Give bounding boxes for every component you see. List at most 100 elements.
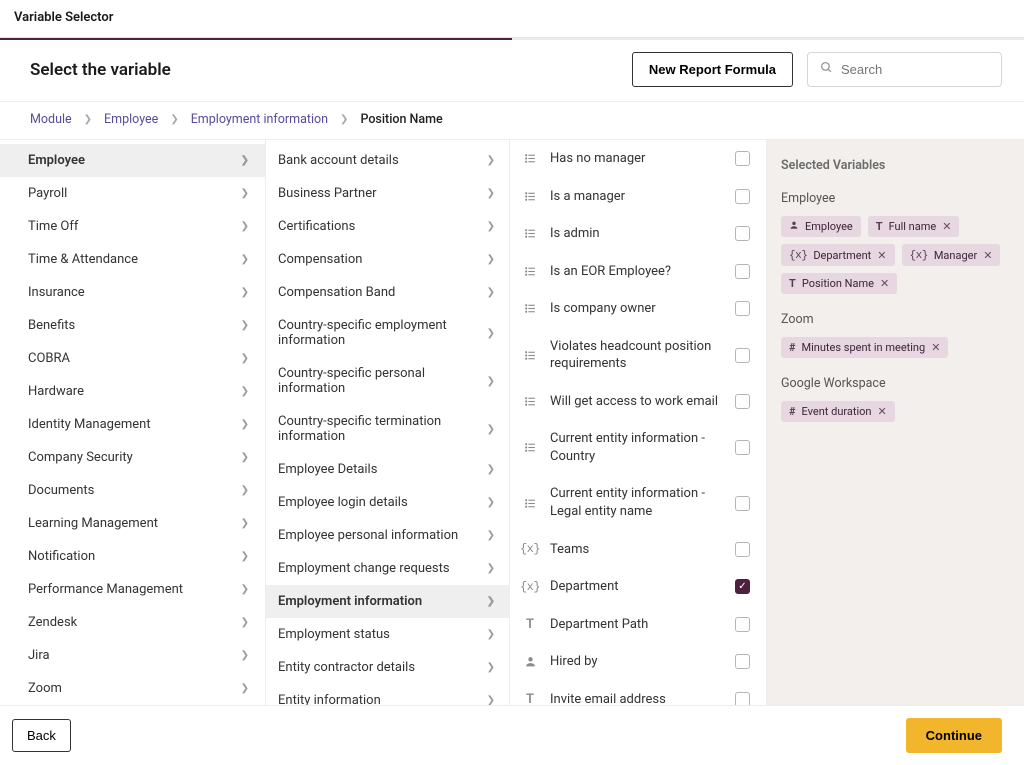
continue-button[interactable]: Continue [906,718,1002,753]
variable-item[interactable]: {x}Department✓ [510,568,766,606]
module-item[interactable]: Hardware❯ [0,375,265,408]
list-type-icon [522,497,538,510]
variable-item[interactable]: Will get access to work email [510,383,766,421]
variable-checkbox[interactable] [735,542,750,557]
category-item[interactable]: Compensation❯ [266,243,509,276]
variable-item[interactable]: Hired by [510,643,766,681]
selected-chip[interactable]: #Event duration✕ [781,401,895,422]
module-item[interactable]: Zendesk❯ [0,606,265,639]
variable-checkbox[interactable] [735,226,750,241]
category-item[interactable]: Country-specific personal information❯ [266,357,509,405]
chevron-right-icon: ❯ [487,662,495,673]
search-input[interactable] [841,62,1017,77]
category-item[interactable]: Employment status❯ [266,618,509,651]
variable-checkbox[interactable] [735,151,750,166]
variable-item[interactable]: Violates headcount position requirements [510,328,766,383]
category-item-label: Business Partner [278,186,377,201]
selected-chip[interactable]: {x}Manager✕ [902,244,1001,266]
module-item[interactable]: Performance Management❯ [0,573,265,606]
variable-item[interactable]: T Department Path [510,606,766,644]
category-item[interactable]: Employment information❯ [266,585,509,618]
variable-checkbox[interactable] [735,496,750,511]
breadcrumb-item[interactable]: Employment information [191,112,328,127]
search-wrapper[interactable] [807,52,1002,87]
variable-checkbox[interactable] [735,394,750,409]
selected-chip[interactable]: Employee [781,216,861,237]
category-item[interactable]: Compensation Band❯ [266,276,509,309]
variable-checkbox[interactable] [735,617,750,632]
variable-item[interactable]: Current entity information - Legal entit… [510,475,766,530]
selected-group-title: Employee [781,191,1010,206]
category-item[interactable]: Bank account details❯ [266,144,509,177]
variable-checkbox[interactable] [735,264,750,279]
variable-item-label: Hired by [550,653,723,671]
module-item[interactable]: Insurance❯ [0,276,265,309]
back-button[interactable]: Back [12,719,71,752]
module-item-label: Identity Management [28,417,151,432]
module-item[interactable]: Employee❯ [0,144,265,177]
category-item[interactable]: Entity contractor details❯ [266,651,509,684]
variable-item-label: Has no manager [550,150,723,168]
category-item[interactable]: Employee login details❯ [266,486,509,519]
variable-item-label: Department Path [550,616,723,634]
chevron-right-icon: ❯ [487,287,495,298]
breadcrumb-item[interactable]: Module [30,112,72,127]
category-item[interactable]: Employee Details❯ [266,453,509,486]
variable-checkbox[interactable] [735,189,750,204]
selected-chip[interactable]: TPosition Name✕ [781,273,897,294]
variable-checkbox[interactable]: ✓ [735,579,750,594]
variable-checkbox[interactable] [735,692,750,705]
category-item[interactable]: Employment change requests❯ [266,552,509,585]
module-item[interactable]: Time Off❯ [0,210,265,243]
variable-item[interactable]: Has no manager [510,140,766,178]
variable-item[interactable]: {x}Teams [510,531,766,569]
new-report-formula-button[interactable]: New Report Formula [632,52,793,87]
module-item[interactable]: Company Security❯ [0,441,265,474]
variable-item[interactable]: Is an EOR Employee? [510,253,766,291]
module-item-label: COBRA [28,351,70,366]
module-item[interactable]: Jira❯ [0,639,265,672]
text-type-icon: T [522,617,538,632]
category-item[interactable]: Employee personal information❯ [266,519,509,552]
close-icon[interactable]: ✕ [931,341,940,354]
variable-checkbox[interactable] [735,654,750,669]
module-item[interactable]: Notification❯ [0,540,265,573]
breadcrumb: Module❯Employee❯Employment information❯P… [0,102,1024,140]
module-item[interactable]: Payroll❯ [0,177,265,210]
category-item-label: Entity information [278,693,381,705]
chevron-right-icon: ❯ [241,155,249,166]
chevron-right-icon: ❯ [487,424,495,435]
module-item[interactable]: COBRA❯ [0,342,265,375]
selected-chip[interactable]: {x}Department✕ [781,244,895,266]
category-item[interactable]: Entity information❯ [266,684,509,705]
variable-checkbox[interactable] [735,440,750,455]
footer: Back Continue [0,706,1024,765]
module-item[interactable]: Documents❯ [0,474,265,507]
chevron-right-icon: ❯ [487,563,495,574]
selected-chip[interactable]: TFull name✕ [868,216,960,237]
category-item[interactable]: Certifications❯ [266,210,509,243]
variable-item[interactable]: TInvite email address [510,681,766,705]
variable-item[interactable]: Current entity information - Country [510,420,766,475]
module-item[interactable]: Identity Management❯ [0,408,265,441]
module-item[interactable]: Zoom❯ [0,672,265,705]
variable-item[interactable]: Is a manager [510,178,766,216]
module-item[interactable]: Learning Management❯ [0,507,265,540]
category-item[interactable]: Country-specific employment information❯ [266,309,509,357]
close-icon[interactable]: ✕ [983,249,992,262]
category-item[interactable]: Business Partner❯ [266,177,509,210]
variable-checkbox[interactable] [735,348,750,363]
module-item[interactable]: Benefits❯ [0,309,265,342]
close-icon[interactable]: ✕ [877,249,886,262]
breadcrumb-item[interactable]: Employee [104,112,158,127]
variable-item[interactable]: Is admin [510,215,766,253]
selected-chip[interactable]: #Minutes spent in meeting✕ [781,337,948,358]
close-icon[interactable]: ✕ [942,220,951,233]
module-item[interactable]: Time & Attendance❯ [0,243,265,276]
category-item[interactable]: Country-specific termination information… [266,405,509,453]
variable-checkbox[interactable] [735,301,750,316]
close-icon[interactable]: ✕ [878,405,887,418]
close-icon[interactable]: ✕ [880,277,889,290]
module-item-label: Insurance [28,285,85,300]
variable-item[interactable]: Is company owner [510,290,766,328]
